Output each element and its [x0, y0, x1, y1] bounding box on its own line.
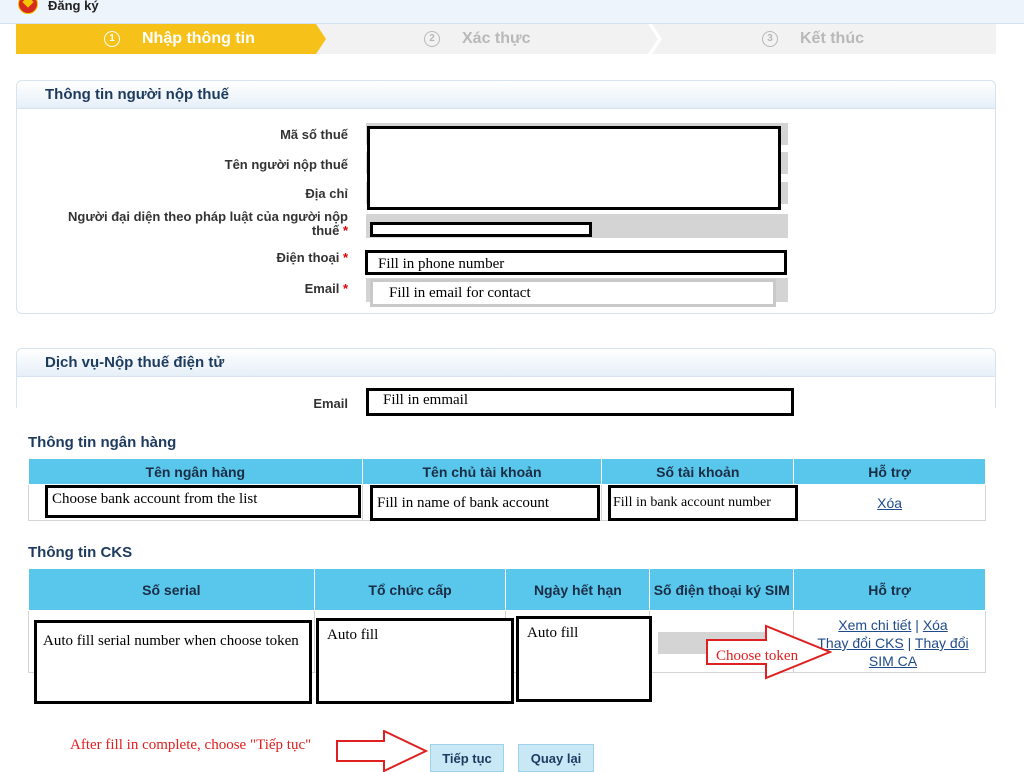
step-2-verify: 2 Xác thực [424, 24, 531, 54]
cks-col-issuer: Tổ chức cấp [313, 568, 507, 611]
step-label-3: Kết thúc [800, 30, 864, 47]
service-email-label: Email [313, 396, 348, 411]
service-section-header: Dịch vụ-Nộp thuế điện tử [17, 349, 995, 377]
redacted-taxpayer-info-box [367, 126, 781, 210]
page-title: Đăng ký [48, 0, 99, 13]
phone-label: Điện thoại * [276, 250, 348, 265]
taxpayer-name-label: Tên người nộp thuế [224, 157, 348, 172]
bank-delete-link[interactable]: Xóa [877, 495, 902, 511]
taxpayer-section-header: Thông tin người nộp thuế [17, 81, 995, 109]
continue-button[interactable]: Tiếp tục [430, 744, 504, 772]
step-label-1: Nhập thông tin [142, 30, 255, 47]
expiry-date-field: Auto fill [516, 616, 652, 702]
bank-name-select[interactable]: Choose bank account from the list [45, 485, 361, 518]
serial-number-field: Auto fill serial number when choose toke… [34, 620, 312, 704]
required-mark: * [342, 250, 348, 265]
change-sim-link[interactable]: Thay đổi [915, 635, 969, 651]
bank-info-title: Thông tin ngân hàng [28, 434, 177, 451]
cks-col-sim-phone: Số điện thoại ký SIM [649, 568, 795, 611]
account-number-input[interactable]: Fill in bank account number [608, 485, 798, 521]
step-label-2: Xác thực [462, 30, 531, 47]
cks-col-expiry: Ngày hết hạn [505, 568, 651, 611]
legal-rep-label: Người đại diện theo pháp luật của người … [68, 209, 348, 238]
bank-col-name: Tên ngân hàng [28, 458, 363, 485]
service-email-input[interactable]: Fill in emmail [366, 388, 794, 416]
after-fill-annotation: After fill in complete, choose "Tiếp tục… [70, 737, 312, 753]
cks-col-serial: Số serial [28, 568, 315, 611]
continue-arrow-icon [336, 730, 428, 772]
taxpayer-section-title: Thông tin người nộp thuế [45, 86, 229, 103]
bank-col-holder: Tên chủ tài khoản [361, 458, 603, 485]
bank-col-number: Số tài khoản [601, 458, 795, 485]
step-number-1: 1 [104, 31, 120, 47]
view-detail-link[interactable]: Xem chi tiết [838, 617, 911, 633]
step-number-3: 3 [762, 31, 778, 47]
phone-input[interactable]: Fill in phone number [365, 250, 787, 275]
step-number-2: 2 [424, 31, 440, 47]
back-button[interactable]: Quay lại [518, 744, 594, 772]
service-section-title: Dịch vụ-Nộp thuế điện tử [45, 354, 225, 371]
contact-email-input[interactable]: Fill in email for contact [370, 279, 776, 307]
cks-info-title: Thông tin CKS [28, 544, 133, 561]
cks-delete-link[interactable]: Xóa [923, 617, 948, 633]
email-label: Email * [304, 281, 348, 296]
top-header-bar [0, 0, 1024, 24]
required-mark: * [342, 281, 348, 296]
redacted-legal-rep-box [370, 222, 592, 237]
tax-code-label: Mã số thuế [280, 127, 348, 142]
cks-col-support: Hỗ trợ [793, 568, 986, 611]
sim-ca-link[interactable]: SIM CA [869, 653, 917, 669]
step-1-enter-info: 1 Nhập thông tin [16, 24, 326, 54]
step-3-finish: 3 Kết thúc [762, 24, 864, 54]
account-holder-input[interactable]: Fill in name of bank account [370, 485, 600, 521]
bank-col-support: Hỗ trợ [793, 458, 986, 485]
issuer-field: Auto fill [316, 618, 514, 704]
required-mark: * [342, 223, 348, 238]
choose-token-annotation: Choose token [716, 648, 799, 664]
address-label: Địa chỉ [305, 186, 348, 201]
